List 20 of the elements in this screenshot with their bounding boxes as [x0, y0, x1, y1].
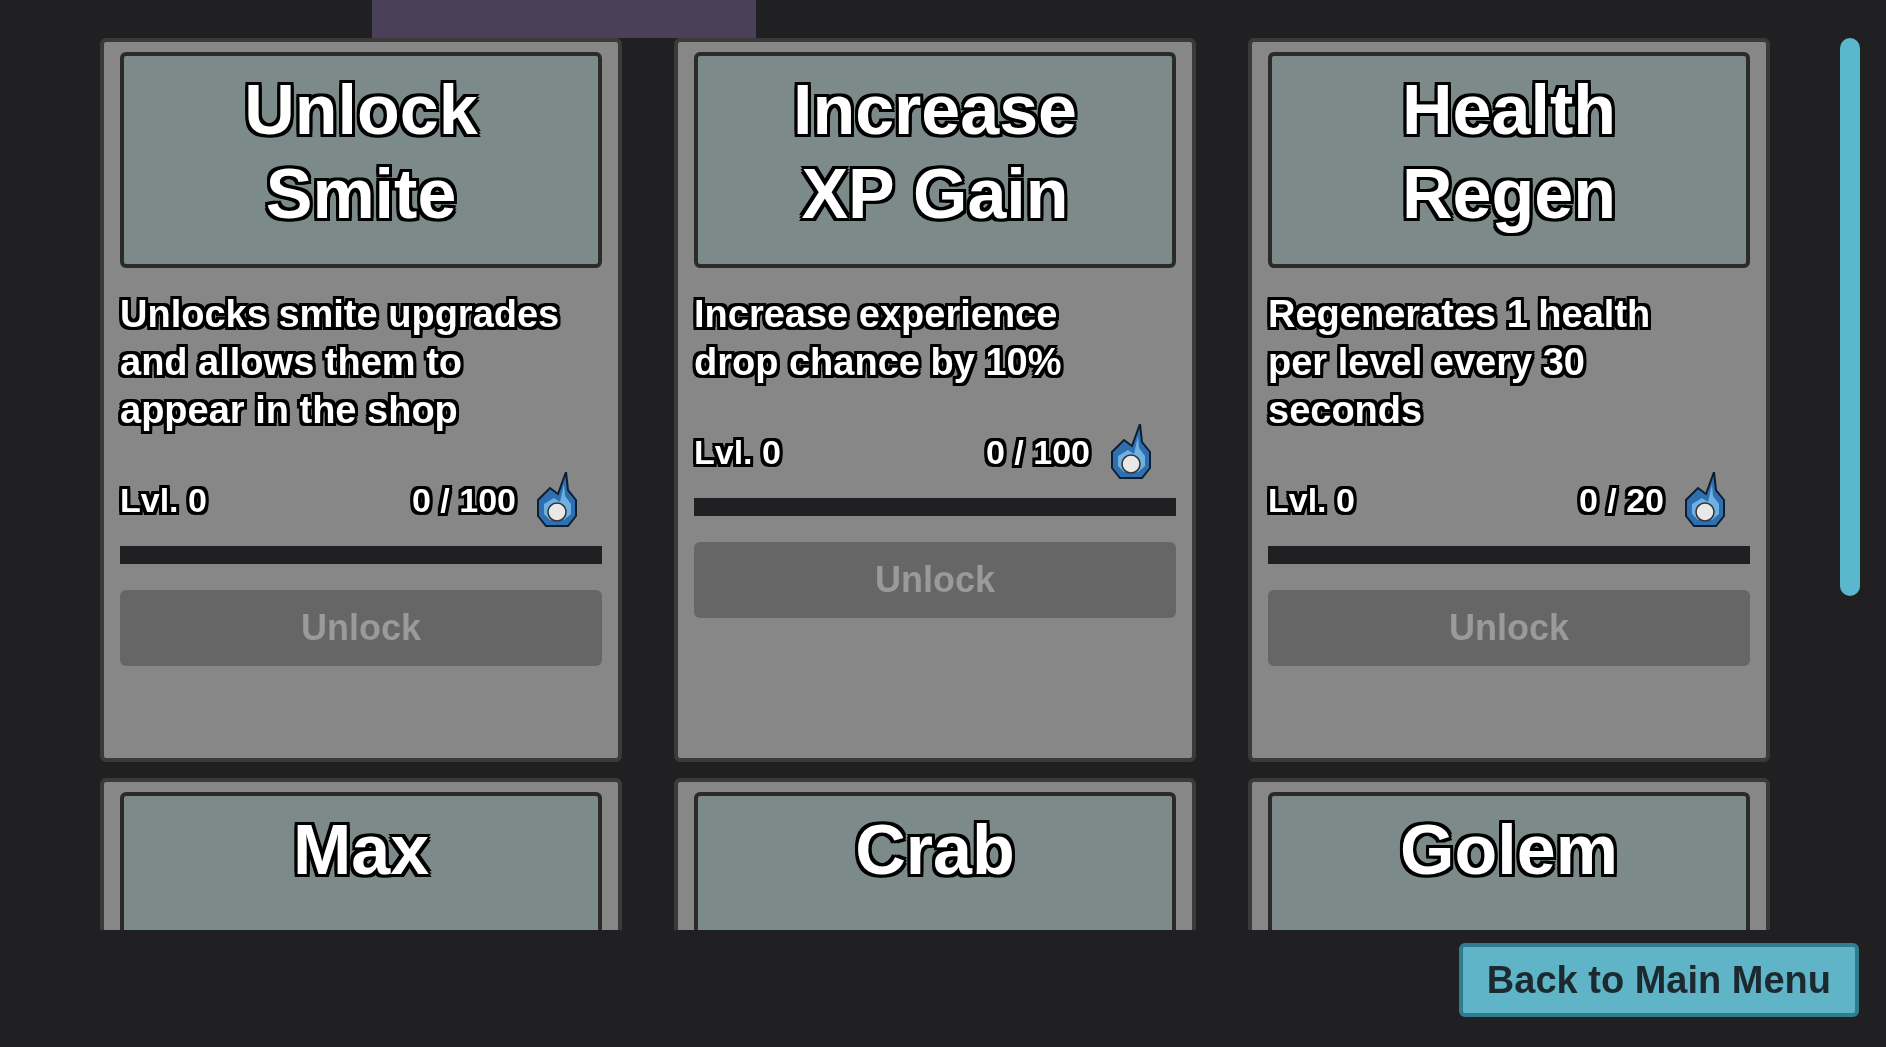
- level-label: Lvl. 0: [120, 479, 207, 521]
- soul-flame-icon: [1684, 472, 1726, 528]
- soul-flame-icon: [1110, 424, 1152, 480]
- card-title: Crab: [855, 810, 1015, 891]
- card-title: Health Regen: [1401, 70, 1617, 235]
- soul-flame-icon: [536, 472, 578, 528]
- card-title: Max: [292, 810, 430, 891]
- level-label: Lvl. 0: [1268, 479, 1355, 521]
- card-description: Increase experience drop chance by 10%: [694, 292, 1063, 385]
- cost-text: 0 / 100: [986, 431, 1090, 473]
- card-title: Golem: [1400, 810, 1618, 891]
- card-title: Increase XP Gain: [791, 70, 1079, 235]
- back-to-main-menu-button[interactable]: Back to Main Menu: [1458, 943, 1859, 1017]
- card-description: Regenerates 1 health per level every 30 seconds: [1268, 292, 1652, 433]
- card-description: Unlocks smite upgrades and allows them to appear in the shop: [120, 292, 561, 433]
- level-label: Lvl. 0: [694, 431, 781, 473]
- scrollbar-thumb[interactable]: [1840, 38, 1860, 596]
- card-title: Unlock Smite: [243, 70, 479, 235]
- cost-text: 0 / 20: [1578, 479, 1664, 521]
- cost-text: 0 / 100: [412, 479, 516, 521]
